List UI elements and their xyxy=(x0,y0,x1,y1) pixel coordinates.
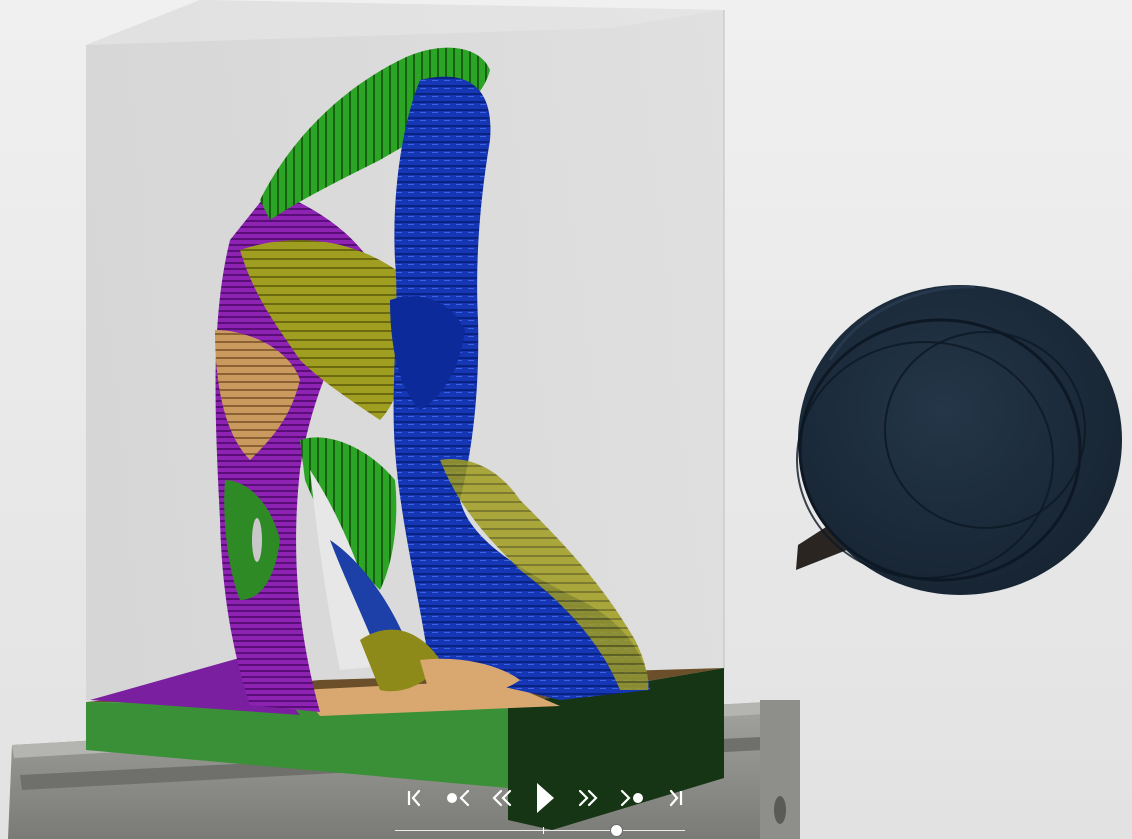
timeline-slider[interactable] xyxy=(395,823,685,839)
cutting-tool xyxy=(796,285,1122,595)
skip-to-start-icon xyxy=(407,789,420,807)
timeline-marker xyxy=(543,827,544,834)
play-button[interactable] xyxy=(530,783,559,813)
double-chevron-right-icon xyxy=(579,789,598,807)
previous-point-icon xyxy=(447,789,470,807)
step-back-button[interactable] xyxy=(487,783,516,813)
simulation-viewport[interactable] xyxy=(0,0,1132,839)
next-point-icon xyxy=(620,789,643,807)
next-operation-button[interactable] xyxy=(617,783,646,813)
play-icon xyxy=(536,783,554,813)
timeline-handle[interactable] xyxy=(610,824,623,837)
go-to-end-button[interactable] xyxy=(661,783,690,813)
playback-controls xyxy=(400,780,690,816)
skip-to-end-icon xyxy=(670,789,683,807)
double-chevron-left-icon xyxy=(492,789,511,807)
timeline-track[interactable] xyxy=(395,830,685,831)
previous-operation-button[interactable] xyxy=(443,783,472,813)
go-to-start-button[interactable] xyxy=(400,783,429,813)
step-forward-button[interactable] xyxy=(574,783,603,813)
simulation-scene xyxy=(0,0,1132,839)
